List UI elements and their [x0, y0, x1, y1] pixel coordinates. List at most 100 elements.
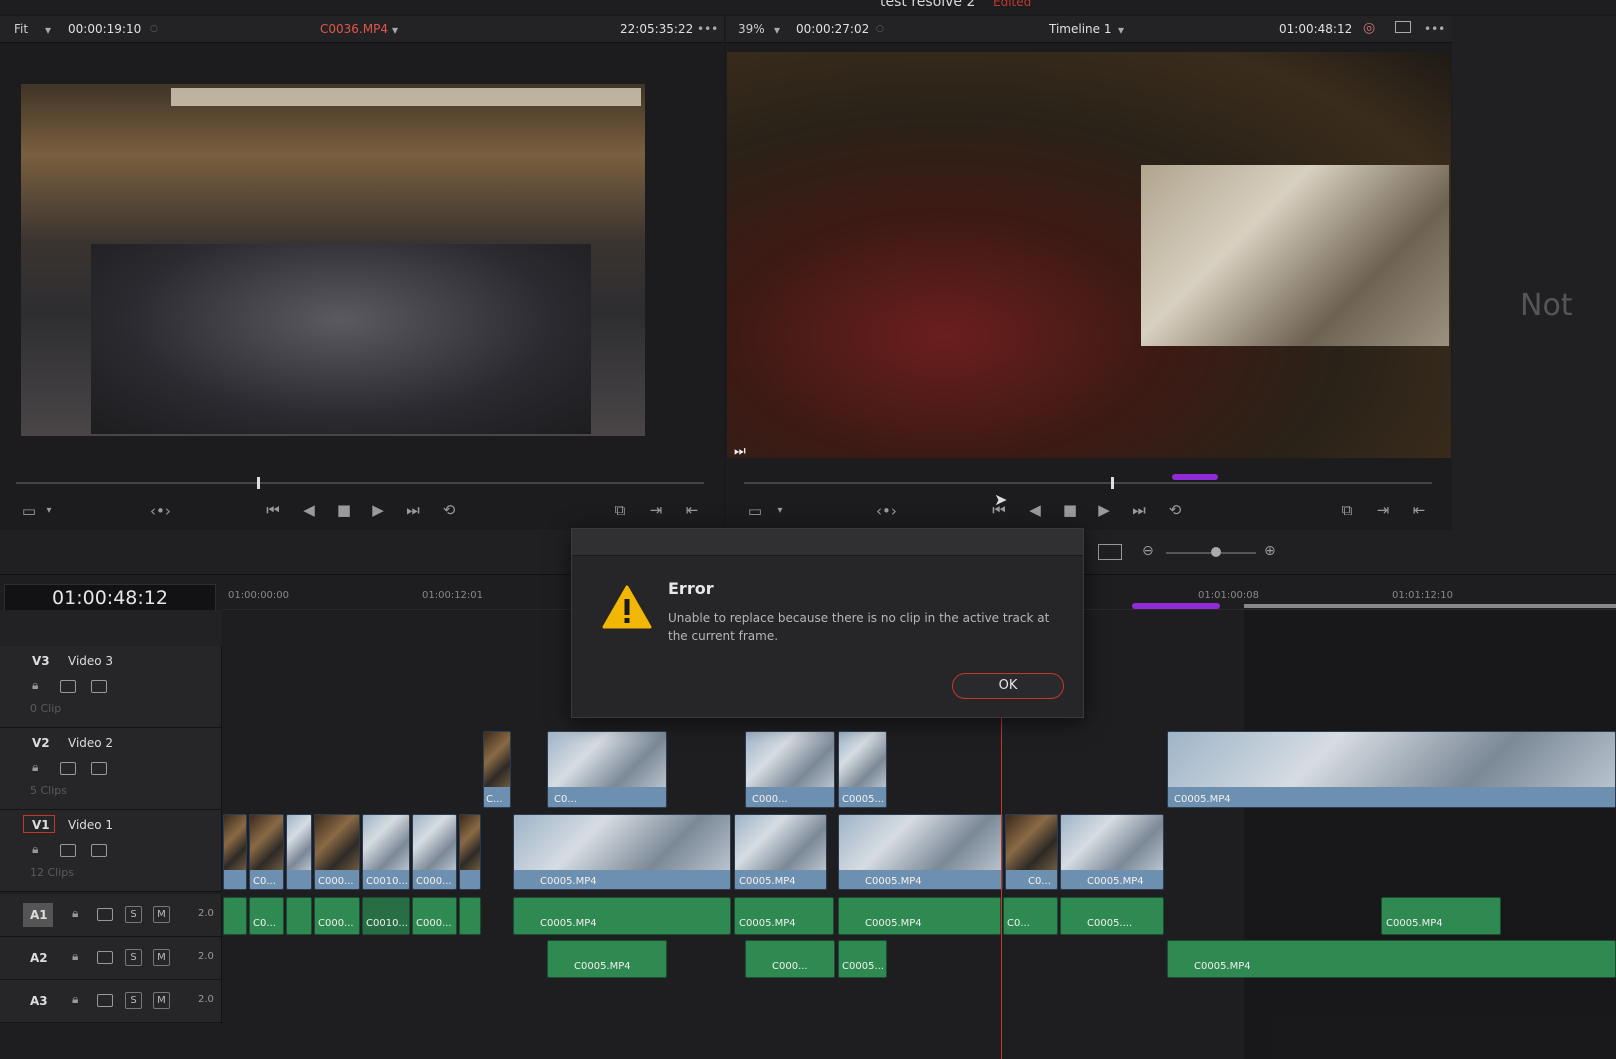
auto-select-icon[interactable]	[60, 680, 76, 693]
transform-icon[interactable]: ▭	[746, 503, 764, 519]
timeline-clip[interactable]	[459, 814, 481, 890]
mute-button[interactable]: M	[153, 992, 170, 1009]
go-to-end-icon[interactable]: ⏭	[404, 502, 422, 518]
audio-clip[interactable]: C0005.MP4	[547, 940, 667, 978]
audio-clip[interactable]: C0010...	[362, 897, 410, 935]
range-marker[interactable]	[1172, 474, 1218, 480]
auto-select-icon[interactable]	[97, 908, 113, 921]
play-icon[interactable]: ▶	[1095, 502, 1113, 518]
chevron-down-icon[interactable]: ▾	[392, 23, 398, 37]
mute-button[interactable]: M	[153, 906, 170, 923]
reverse-icon[interactable]: ◀	[300, 502, 318, 518]
audio-clip[interactable]: C000...	[314, 897, 360, 935]
timeline-clip[interactable]: C0...	[1005, 814, 1058, 890]
source-zoom[interactable]: Fit	[14, 22, 28, 36]
timeline-clip[interactable]: C0...	[547, 731, 667, 808]
timeline-clip[interactable]: C0010...	[362, 814, 410, 890]
timeline-clip[interactable]: C0005...	[838, 731, 887, 808]
timeline-clip[interactable]: C0...	[249, 814, 284, 890]
zoom-slider-handle[interactable]	[1211, 547, 1221, 557]
timeline-zoom[interactable]: 39%	[738, 22, 765, 36]
mark-out-icon[interactable]: ⇥	[1374, 502, 1392, 518]
timeline-view-options-icon[interactable]	[1098, 544, 1122, 560]
timeline-clip[interactable]: C0005.MP4	[734, 814, 827, 890]
lock-icon[interactable]: 🔒︎	[72, 992, 78, 1007]
clip-view-icon[interactable]: ▭	[20, 503, 38, 519]
audio-clip[interactable]: C0005.MP4	[838, 897, 1001, 935]
timeline-scrub-bar[interactable]	[744, 482, 1432, 484]
timeline-clip[interactable]: C0005.MP4	[1167, 731, 1616, 808]
audio-clip[interactable]: C0...	[249, 897, 284, 935]
timeline-clip[interactable]: C000...	[745, 731, 835, 808]
viewer-mode-icon[interactable]	[1395, 21, 1411, 33]
track-visibility-icon[interactable]	[91, 762, 107, 775]
timeline-clip[interactable]: C0005.MP4	[1060, 814, 1164, 890]
go-to-start-icon[interactable]: ⏮	[264, 502, 282, 518]
auto-select-icon[interactable]	[60, 762, 76, 775]
audio-clip[interactable]: C0005.MP4	[513, 897, 731, 935]
chevron-down-icon[interactable]: ▾	[45, 23, 51, 37]
jog-control-icon[interactable]: ‹•›	[876, 503, 897, 519]
lock-icon[interactable]: 🔒︎	[32, 760, 38, 775]
source-clip-name[interactable]: C0036.MP4	[320, 22, 388, 36]
jog-control-icon[interactable]: ‹•›	[150, 503, 171, 519]
play-icon[interactable]: ▶	[369, 502, 387, 518]
match-frame-icon[interactable]: ⧉	[1338, 502, 1356, 518]
audio-clip[interactable]	[223, 897, 247, 935]
audio-clip[interactable]	[286, 897, 312, 935]
timeline-clip[interactable]: C0005.MP4	[513, 814, 731, 890]
zoom-out-icon[interactable]: ⊖	[1142, 543, 1154, 559]
zoom-in-icon[interactable]: ⊕	[1264, 543, 1276, 559]
lock-icon[interactable]: 🔒︎	[32, 678, 38, 693]
mark-out-icon[interactable]: ⇥	[647, 502, 665, 518]
chevron-down-icon[interactable]: ▾	[1118, 23, 1124, 37]
timeline-playhead[interactable]	[1111, 477, 1114, 489]
timeline-clip[interactable]: C000...	[314, 814, 360, 890]
more-options-button[interactable]: •••	[697, 22, 718, 36]
solo-button[interactable]: S	[125, 949, 142, 966]
auto-select-icon[interactable]	[60, 844, 76, 857]
lock-icon[interactable]: 🔒︎	[32, 842, 38, 857]
timeline-clip[interactable]	[223, 814, 247, 890]
skip-to-end-icon[interactable]: ⏭	[734, 444, 746, 459]
lock-icon[interactable]: 🔒︎	[72, 906, 78, 921]
audio-clip[interactable]: C0005.MP4	[734, 897, 834, 935]
audio-clip[interactable]: C000...	[412, 897, 457, 935]
timeline-clip[interactable]	[286, 814, 312, 890]
audio-clip[interactable]: C0005.MP4	[1381, 897, 1501, 935]
ok-button[interactable]: OK	[952, 673, 1064, 699]
track-visibility-icon[interactable]	[91, 844, 107, 857]
more-options-button[interactable]: •••	[1424, 22, 1445, 36]
reverse-icon[interactable]: ◀	[1026, 502, 1044, 518]
range-marker[interactable]	[1132, 603, 1220, 609]
timeline-clip[interactable]: C000...	[412, 814, 457, 890]
loop-icon[interactable]: ⟲	[440, 502, 458, 518]
timeline-name[interactable]: Timeline 1	[1049, 22, 1111, 36]
auto-select-icon[interactable]	[97, 951, 113, 964]
source-playhead[interactable]	[257, 477, 260, 489]
go-to-end-icon[interactable]: ⏭	[1130, 502, 1148, 518]
audio-clip[interactable]	[459, 897, 481, 935]
source-scrub-bar[interactable]	[16, 482, 704, 484]
color-wheel-icon[interactable]: ◎	[1363, 20, 1375, 36]
solo-button[interactable]: S	[125, 906, 142, 923]
stop-icon[interactable]: ■	[335, 502, 353, 518]
timeline-range-bar[interactable]	[1244, 604, 1616, 608]
audio-clip[interactable]: C0...	[1003, 897, 1058, 935]
mute-button[interactable]: M	[153, 949, 170, 966]
dialog-header[interactable]	[572, 529, 1083, 556]
chevron-down-icon[interactable]: ▾	[774, 23, 780, 37]
lock-icon[interactable]: 🔒︎	[72, 949, 78, 964]
chevron-down-icon[interactable]: ▾	[771, 503, 789, 519]
loop-icon[interactable]: ⟲	[1166, 502, 1184, 518]
stop-icon[interactable]: ■	[1061, 502, 1079, 518]
mark-in-icon[interactable]: ⇤	[683, 502, 701, 518]
match-frame-icon[interactable]: ⧉	[611, 502, 629, 518]
timeline-clip[interactable]: C...	[483, 731, 511, 808]
audio-clip[interactable]: C0005....	[1060, 897, 1164, 935]
audio-clip[interactable]: C000...	[745, 940, 835, 978]
timeline-clip[interactable]: C0005.MP4	[838, 814, 1003, 890]
audio-clip[interactable]: C0005.MP4	[1167, 940, 1616, 978]
track-visibility-icon[interactable]	[91, 680, 107, 693]
auto-select-icon[interactable]	[97, 994, 113, 1007]
